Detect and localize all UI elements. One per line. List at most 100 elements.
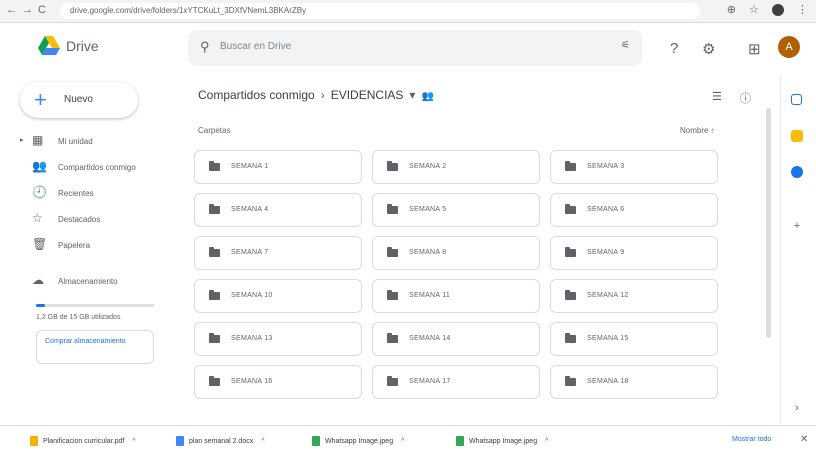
- breadcrumb-parent[interactable]: Compartidos conmigo: [198, 88, 315, 102]
- reload-icon[interactable]: C: [38, 4, 46, 16]
- browser-profile-icon[interactable]: [771, 4, 784, 17]
- info-icon[interactable]: ⓘ: [740, 90, 751, 106]
- app-name[interactable]: Drive: [66, 38, 99, 54]
- sort-by-name-button[interactable]: Nombre ↑: [680, 126, 715, 135]
- sidebar-item-trash[interactable]: 🗑 Papelera: [0, 232, 170, 258]
- folder-item[interactable]: SEMANA 10: [194, 279, 362, 313]
- folder-item[interactable]: SEMANA 1: [194, 150, 362, 184]
- folder-item[interactable]: SEMANA 9: [550, 236, 718, 270]
- search-icon[interactable]: ⚲: [200, 39, 210, 55]
- folder-name: SEMANA 5: [409, 206, 447, 213]
- folder-item[interactable]: SEMANA 18: [550, 365, 718, 399]
- folder-item[interactable]: SEMANA 11: [372, 279, 540, 313]
- image-file-icon: [312, 436, 320, 446]
- folder-icon: [209, 204, 220, 214]
- download-item[interactable]: plan semanal 2.docx ^: [176, 436, 265, 446]
- sidebar-item-my-drive[interactable]: ▸ ▦ Mi unidad: [0, 128, 170, 154]
- buy-storage-button[interactable]: Comprar almacenamiento: [36, 330, 154, 364]
- sidebar-item-label: Destacados: [58, 215, 101, 224]
- avatar[interactable]: A: [778, 36, 800, 58]
- download-item[interactable]: Planificacion curricular.pdf ^: [30, 436, 136, 446]
- folder-name: SEMANA 8: [409, 249, 447, 256]
- sidebar-item-starred[interactable]: ☆ Destacados: [0, 206, 170, 232]
- folder-name: SEMANA 18: [587, 378, 629, 385]
- folder-item[interactable]: SEMANA 7: [194, 236, 362, 270]
- folder-icon: [565, 290, 576, 300]
- chevron-down-icon[interactable]: ▾: [409, 88, 415, 102]
- folder-icon: [209, 290, 220, 300]
- folder-name: SEMANA 12: [587, 292, 629, 299]
- search-bar[interactable]: ⚲ Buscar en Drive ⚟: [188, 30, 642, 66]
- storage-usage-text: 1,2 GB de 15 GB utilizados: [36, 314, 121, 321]
- folder-icon: [565, 247, 576, 257]
- folder-item[interactable]: SEMANA 13: [194, 322, 362, 356]
- folder-item[interactable]: SEMANA 15: [550, 322, 718, 356]
- collapse-panel-icon[interactable]: ›: [791, 402, 803, 414]
- chevron-right-icon: ›: [320, 88, 325, 102]
- back-icon[interactable]: ←: [6, 4, 17, 16]
- storage-progress-fill: [36, 304, 46, 307]
- download-name: Whatsapp Image.jpeg: [325, 437, 394, 445]
- list-view-icon[interactable]: ☰: [712, 90, 722, 103]
- folder-item[interactable]: SEMANA 4: [194, 193, 362, 227]
- download-item[interactable]: Whatsapp Image.jpeg ^: [312, 436, 404, 446]
- folder-icon: [387, 204, 398, 214]
- browser-menu-icon[interactable]: ⋮: [797, 4, 808, 16]
- drive-logo-icon[interactable]: [38, 36, 60, 56]
- sidebar-item-label: Papelera: [58, 241, 91, 250]
- downloads-bar: Planificacion curricular.pdf ^ plan seman…: [0, 425, 816, 458]
- folder-icon: [387, 161, 398, 171]
- bookmark-star-icon[interactable]: ☆: [749, 4, 759, 16]
- side-panel: + ›: [780, 74, 816, 424]
- scrollbar[interactable]: [766, 108, 771, 338]
- settings-gear-icon[interactable]: ⚙: [702, 40, 715, 58]
- folder-item[interactable]: SEMANA 5: [372, 193, 540, 227]
- doc-file-icon: [176, 436, 184, 446]
- search-options-icon[interactable]: ⚟: [621, 40, 630, 51]
- folder-name: SEMANA 11: [409, 292, 451, 299]
- folder-item[interactable]: SEMANA 2: [372, 150, 540, 184]
- folder-item[interactable]: SEMANA 16: [194, 365, 362, 399]
- forward-icon[interactable]: →: [22, 4, 33, 16]
- expand-arrow-icon[interactable]: ▸: [20, 136, 24, 144]
- keep-icon[interactable]: [791, 130, 803, 142]
- folder-item[interactable]: SEMANA 6: [550, 193, 718, 227]
- search-input[interactable]: Buscar en Drive: [220, 41, 291, 52]
- help-icon[interactable]: ?: [670, 40, 678, 57]
- address-bar[interactable]: drive.google.com/drive/folders/1xYTCKuLt…: [60, 3, 700, 19]
- folder-name: SEMANA 10: [231, 292, 273, 299]
- folder-item[interactable]: SEMANA 17: [372, 365, 540, 399]
- folder-item[interactable]: SEMANA 12: [550, 279, 718, 313]
- sidebar: ▸ ▦ Mi unidad 👥 Compartidos conmigo 🕘 Re…: [0, 128, 170, 294]
- show-all-downloads-link[interactable]: Mostrar todo: [732, 436, 771, 443]
- folder-icon: [565, 161, 576, 171]
- close-icon[interactable]: ✕: [800, 434, 808, 445]
- sidebar-item-recent[interactable]: 🕘 Recientes: [0, 180, 170, 206]
- chevron-up-icon[interactable]: ^: [545, 438, 548, 445]
- folder-name: SEMANA 2: [409, 163, 447, 170]
- folder-name: SEMANA 16: [231, 378, 273, 385]
- sidebar-item-shared-with-me[interactable]: 👥 Compartidos conmigo: [0, 154, 170, 180]
- shared-folder-icon[interactable]: 👥: [421, 91, 433, 102]
- folder-item[interactable]: SEMANA 14: [372, 322, 540, 356]
- folder-icon: [387, 247, 398, 257]
- sidebar-item-storage[interactable]: ☁ Almacenamiento: [0, 268, 170, 294]
- chevron-up-icon[interactable]: ^: [132, 438, 135, 445]
- breadcrumb-current[interactable]: EVIDENCIAS: [331, 88, 404, 102]
- folder-name: SEMANA 3: [587, 163, 625, 170]
- calendar-icon[interactable]: [791, 94, 802, 105]
- tasks-icon[interactable]: [791, 166, 803, 178]
- folder-name: SEMANA 15: [587, 335, 629, 342]
- folder-item[interactable]: SEMANA 8: [372, 236, 540, 270]
- download-item[interactable]: Whatsapp Image.jpeg ^: [456, 436, 548, 446]
- sort-label: Nombre: [680, 126, 709, 135]
- chevron-up-icon[interactable]: ^: [401, 438, 404, 445]
- folder-icon: [565, 333, 576, 343]
- apps-grid-icon[interactable]: ⊞: [748, 40, 761, 58]
- new-button[interactable]: + Nuevo: [20, 82, 138, 118]
- zoom-icon[interactable]: ⊕: [727, 4, 736, 16]
- add-addon-icon[interactable]: +: [791, 220, 803, 232]
- shared-people-icon: 👥: [32, 159, 47, 173]
- folder-item[interactable]: SEMANA 3: [550, 150, 718, 184]
- chevron-up-icon[interactable]: ^: [261, 438, 264, 445]
